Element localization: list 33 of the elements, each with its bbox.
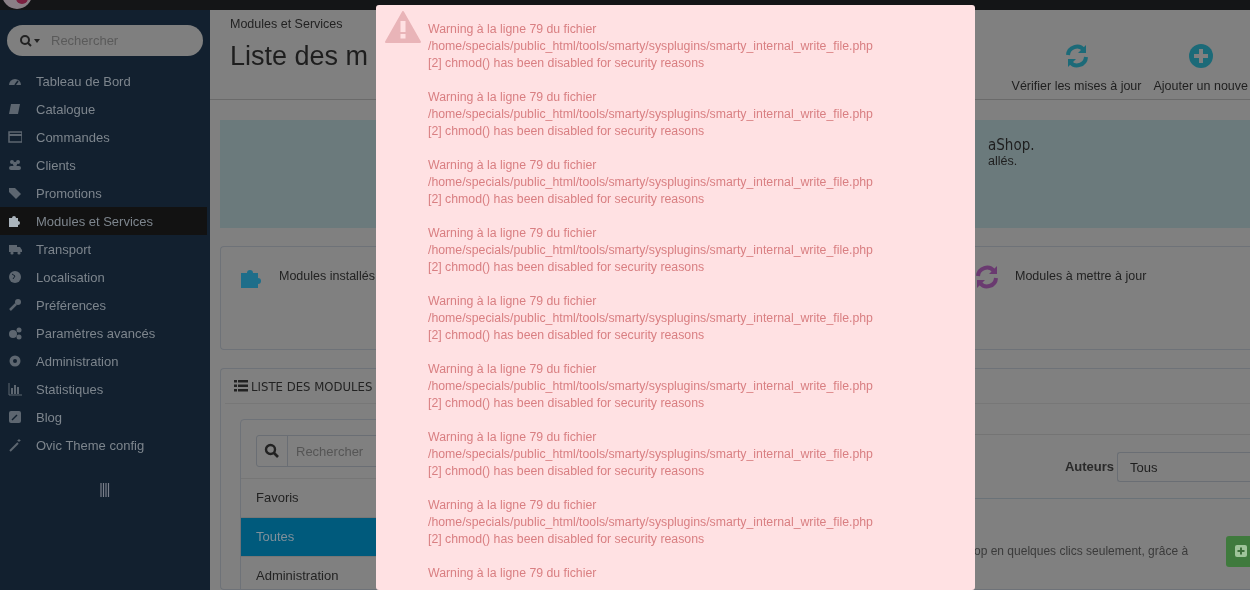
warning-text: /home/specials/public_html/tools/smarty/sysplugins/smarty_internal_write_file.php (428, 514, 873, 531)
warning-text: /home/specials/public_html/tools/smarty/sysplugins/smarty_internal_write_file.php (428, 174, 873, 191)
stat-label: Modules à mettre à jour (1015, 268, 1147, 283)
warning-text: /home/specials/public_html/tools/smarty/sysplugins/smarty_internal_write_file.php (428, 242, 873, 259)
page-title: Liste des m (230, 41, 369, 72)
info-heading: aShop. (988, 136, 1036, 154)
warning-text: Warning à la ligne 79 du fichier (428, 157, 598, 174)
warning-text: Warning à la ligne 79 du fichier (428, 429, 598, 446)
warning-text: /home/specials/public_html/tools/smarty/sysplugins/smarty_internal_write_file.php (428, 106, 873, 123)
warning-text: /home/specials/public_html/tools/smarty/sysplugins/smarty_internal_write_file.php (428, 38, 873, 55)
warning-text: /home/specials/public_html/tools/smarty/sysplugins/smarty_internal_write_file.php (428, 446, 873, 463)
warning-text: [2] chmod() has been disabled for security reasons (428, 463, 706, 480)
warning-text: [2] chmod() has been disabled for security reasons (428, 55, 706, 72)
warning-text: [2] chmod() has been disabled for security reasons (428, 327, 706, 344)
info-text: allés. (988, 154, 1019, 168)
warning-text: Warning à la ligne 79 du fichier (428, 225, 598, 242)
filter-label: Auteurs (1064, 459, 1114, 474)
warning-text: Warning à la ligne 79 du fichier (428, 293, 598, 310)
promo-text: op en quelques clics seulement, grâce à (974, 544, 1189, 558)
warning-text: Warning à la ligne 79 du fichier (428, 565, 598, 582)
warning-text: Warning à la ligne 79 du fichier (428, 21, 598, 38)
warning-text: Warning à la ligne 79 du fichier (428, 497, 598, 514)
warning-text: [2] chmod() has been disabled for security reasons (428, 531, 706, 548)
warning-text: [2] chmod() has been disabled for security reasons (428, 395, 706, 412)
stat-label: Modules installés (279, 268, 375, 283)
warning-text: [2] chmod() has been disabled for security reasons (428, 259, 706, 276)
panel-title: LISTE DES MODULES (251, 378, 373, 394)
warning-text: /home/specials/public_html/tools/smarty/sysplugins/smarty_internal_write_file.php (428, 378, 873, 395)
warning-text: [2] chmod() has been disabled for security reasons (428, 191, 706, 208)
warning-text: Warning à la ligne 79 du fichier (428, 361, 598, 378)
warning-text: /home/specials/public_html/tools/smarty/sysplugins/smarty_internal_write_file.php (428, 310, 873, 327)
warning-text: Warning à la ligne 79 du fichier (428, 89, 598, 106)
warning-text: [2] chmod() has been disabled for security reasons (428, 123, 706, 140)
